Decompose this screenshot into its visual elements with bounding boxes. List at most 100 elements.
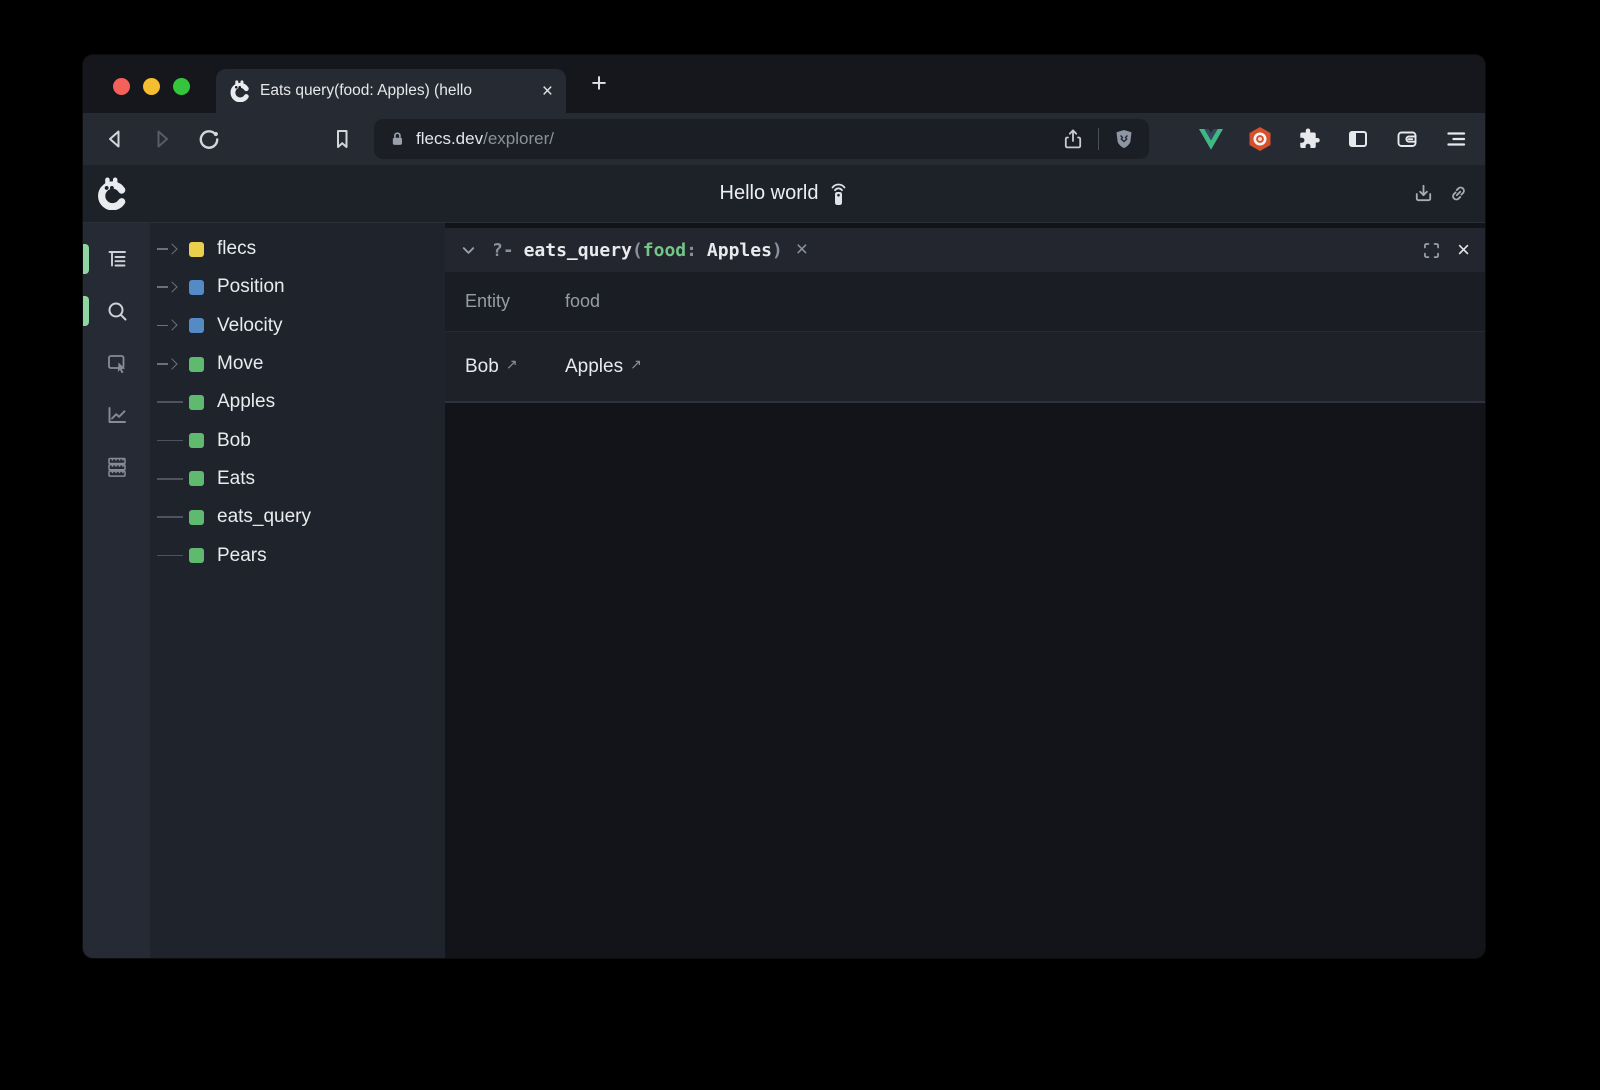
tab-bar: Eats query(food: Apples) (hello × + [83,55,1485,113]
entity-link[interactable]: Bob [465,356,499,378]
tree-connector-icon[interactable] [157,549,185,563]
browser-toolbar: flecs.dev/explorer/ [83,113,1485,165]
query-paren-close: ) [772,240,783,261]
traffic-lights [113,78,190,95]
entity-color-square [189,433,204,448]
minimize-window-button[interactable] [143,78,160,95]
table-row: Bob ↗ Apples ↗ [445,332,1485,403]
lock-icon [387,129,407,149]
tree-item[interactable]: Bob [150,421,445,459]
tab-title: Eats query(food: Apples) (hello [260,82,536,100]
tree-item[interactable]: Apples [150,383,445,421]
forward-button[interactable] [149,126,175,152]
share-icon[interactable] [1061,127,1085,151]
tree-item-label: flecs [217,238,256,260]
refresh-button[interactable] [196,126,222,152]
entity-color-square [189,395,204,410]
tree-item[interactable]: Velocity [150,307,445,345]
entity-color-square [189,548,204,563]
column-header-entity: Entity [465,291,565,312]
app-title: Hello world [720,182,819,205]
tree-item-label: Eats [217,468,255,490]
tree-connector-icon[interactable] [157,280,185,294]
query-table-header: Entity food [445,272,1485,332]
fullscreen-icon[interactable] [1421,240,1442,261]
brave-shield-icon[interactable] [1112,127,1136,151]
chevron-down-icon[interactable] [460,242,477,259]
browser-window: Eats query(food: Apples) (hello × + flec… [83,55,1485,958]
table-cell: Bob ↗ [465,356,565,378]
entity-color-square [189,318,204,333]
back-button[interactable] [102,126,128,152]
query-clear-icon[interactable]: × [796,238,808,262]
tree-item-label: Position [217,276,285,298]
tree-item-label: Apples [217,391,275,413]
statistics-chart-icon[interactable] [105,403,129,427]
url-host: flecs.dev [416,129,483,149]
browser-menu-icon[interactable] [1443,126,1469,152]
extensions-row [1198,126,1469,152]
link-icon[interactable] [1447,182,1470,205]
entity-color-square [189,471,204,486]
inspector-icon[interactable] [105,351,129,375]
table-cell: Apples ↗ [565,356,1485,378]
flecs-favicon-icon [229,80,250,102]
tree-connector-icon[interactable] [157,472,185,486]
divider [1098,128,1100,150]
tree-item[interactable]: eats_query [150,498,445,536]
tab-close-icon[interactable]: × [542,82,553,101]
entity-tree-panel: flecs Position Velocity Move Apples Bob … [150,223,445,958]
active-indicator [83,244,89,274]
tree-connector-icon[interactable] [157,242,185,256]
query-title-bar: ?-eats_query(food:Apples) × × [445,228,1485,272]
hierarchy-tree-icon[interactable] [105,247,129,271]
tree-item[interactable]: Eats [150,460,445,498]
browser-tab[interactable]: Eats query(food: Apples) (hello × [216,69,566,113]
main-panel: ?-eats_query(food:Apples) × × Entity foo… [445,223,1485,958]
query-panel-close-icon[interactable]: × [1457,239,1470,261]
close-window-button[interactable] [113,78,130,95]
url-path: /explorer/ [483,129,554,149]
hexagon-extension-icon[interactable] [1247,126,1273,152]
remote-connection-icon[interactable] [829,182,848,206]
tree-connector-icon[interactable] [157,319,185,333]
extensions-puzzle-icon[interactable] [1296,126,1322,152]
query-param: food [643,240,686,261]
data-rulers-icon[interactable] [105,455,129,479]
tree-connector-icon[interactable] [157,510,185,524]
entity-color-square [189,510,204,525]
tree-item[interactable]: flecs [150,230,445,268]
entity-color-square [189,357,204,372]
tree-item-label: Velocity [217,315,282,337]
column-header-food: food [565,291,1485,312]
external-link-arrow-icon[interactable]: ↗ [506,356,518,373]
download-icon[interactable] [1412,182,1435,205]
tree-item[interactable]: Move [150,345,445,383]
query-paren-open: ( [632,240,643,261]
sidebar-toggle-icon[interactable] [1345,126,1371,152]
tree-item-label: eats_query [217,506,311,528]
new-tab-button[interactable]: + [583,68,615,100]
external-link-arrow-icon[interactable]: ↗ [630,356,642,373]
zoom-window-button[interactable] [173,78,190,95]
tree-item[interactable]: Position [150,268,445,306]
tree-item-label: Pears [217,545,267,567]
entity-color-square [189,242,204,257]
bookmark-icon[interactable] [329,126,355,152]
tree-item[interactable]: Pears [150,536,445,574]
vue-devtools-icon[interactable] [1198,126,1224,152]
tree-connector-icon[interactable] [157,357,185,371]
url-bar[interactable]: flecs.dev/explorer/ [374,119,1149,159]
icon-sidebar [83,223,150,958]
entity-link[interactable]: Apples [565,356,623,378]
query-prompt: ?- [492,240,514,261]
wallet-icon[interactable] [1394,126,1420,152]
active-indicator [83,296,89,326]
tree-item-label: Bob [217,430,251,452]
query-value: Apples [707,240,772,261]
app-header: Hello world [83,165,1485,223]
tree-connector-icon[interactable] [157,434,185,448]
tree-connector-icon[interactable] [157,395,185,409]
search-icon[interactable] [105,299,129,323]
query-table-body: Bob ↗ Apples ↗ [445,332,1485,403]
